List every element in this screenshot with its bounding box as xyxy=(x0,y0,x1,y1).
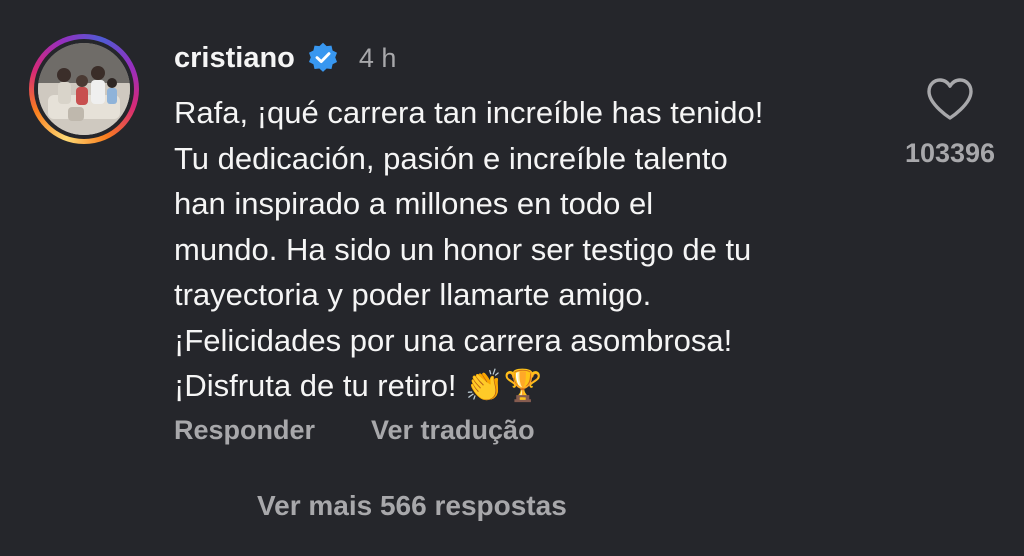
verified-badge-icon xyxy=(308,42,337,72)
avatar[interactable] xyxy=(38,43,130,135)
comment-text: Rafa, ¡qué carrera tan increíble has ten… xyxy=(174,95,764,403)
view-more-replies-button[interactable]: Ver mais 566 respostas xyxy=(257,490,567,522)
like-count: 103396 xyxy=(904,138,996,168)
see-translation-button[interactable]: Ver tradução xyxy=(371,415,535,446)
heart-outline-icon[interactable] xyxy=(925,76,975,122)
comment-header: cristiano 4 h xyxy=(174,38,396,78)
avatar-photo-icon xyxy=(38,43,130,135)
username[interactable]: cristiano xyxy=(174,42,295,75)
avatar-story-ring[interactable] xyxy=(29,34,139,144)
replies-divider xyxy=(174,509,232,511)
reply-button[interactable]: Responder xyxy=(174,415,315,446)
comment-timestamp: 4 h xyxy=(358,42,397,73)
